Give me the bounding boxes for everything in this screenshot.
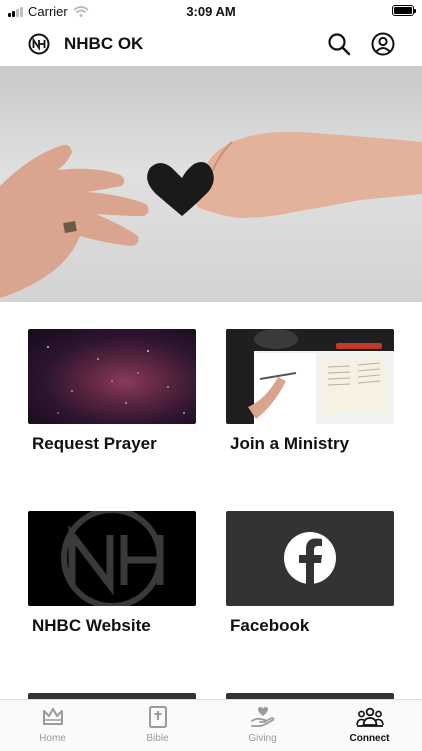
bible-study-illustration [226,329,394,424]
tab-bible[interactable]: Bible [105,706,210,744]
battery-icon [392,5,416,16]
request-prayer-tile[interactable]: Request Prayer [28,329,196,454]
nhbc-website-tile[interactable]: NHBC Website [28,511,196,636]
status-bar: Carrier 3:09 AM [0,0,422,22]
search-icon[interactable] [327,32,351,56]
join-ministry-tile[interactable]: Join a Ministry [226,329,394,454]
status-time: 3:09 AM [186,4,236,19]
join-ministry-label: Join a Ministry [230,434,350,453]
hands-heart-illustration [0,131,422,298]
facebook-icon [284,532,336,584]
tab-bible-label: Bible [146,733,169,744]
account-icon[interactable] [371,32,395,56]
facebook-label: Facebook [230,616,310,635]
request-prayer-image [28,329,196,424]
nhbc-logo-large-icon [61,511,164,606]
app-title: NHBC OK [64,34,144,53]
tab-connect[interactable]: Connect [317,706,422,744]
hero-image [0,66,422,302]
crown-icon [42,708,63,725]
tab-connect-label: Connect [349,733,390,744]
bible-icon [148,706,167,728]
facebook-image [226,511,394,606]
join-ministry-image [226,329,394,424]
nhbc-website-label: NHBC Website [32,616,151,635]
nhbc-logo-icon [28,33,50,55]
people-icon [355,707,384,727]
facebook-tile[interactable]: Facebook [226,511,394,636]
nav-bar: NHBC OK [0,22,422,66]
starfield-decoration [47,346,185,414]
tab-home[interactable]: Home [0,706,105,744]
tab-giving[interactable]: Giving [210,706,315,744]
tab-home-label: Home [39,733,66,744]
tab-giving-label: Giving [248,733,277,744]
nhbc-website-image [28,511,196,606]
request-prayer-label: Request Prayer [32,434,157,453]
giving-hand-icon [250,707,274,727]
tab-bar: Home Bible Giving Connect [0,699,422,751]
